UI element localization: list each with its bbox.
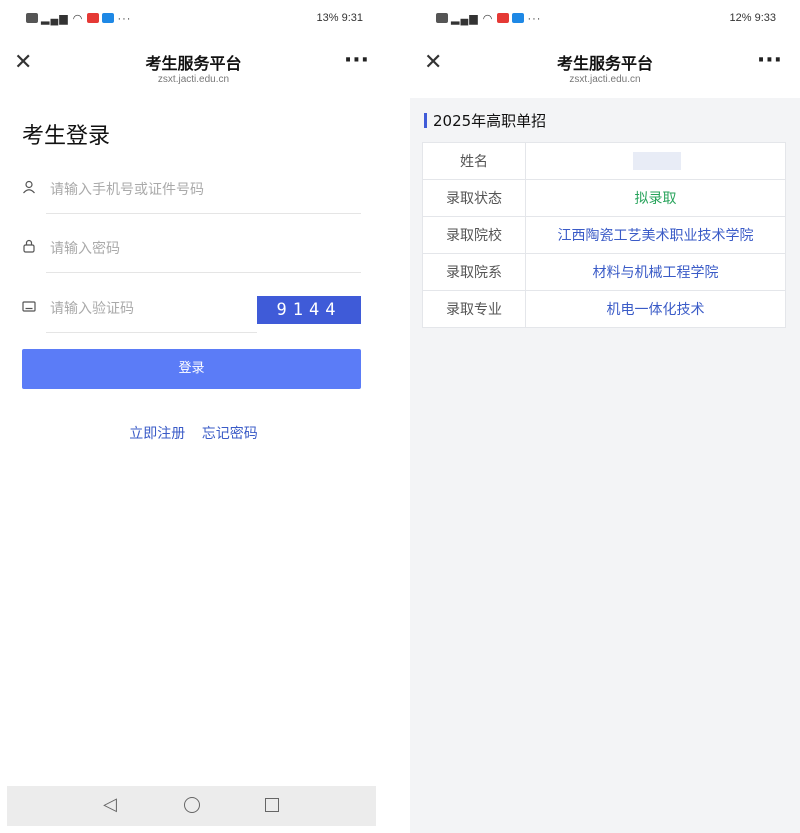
row-value-department: 材料与机械工程学院 xyxy=(525,253,786,291)
phone-field xyxy=(22,168,361,214)
more-icon[interactable]: ··· xyxy=(344,48,369,73)
back-icon[interactable]: ◁ xyxy=(103,794,117,815)
row-label: 录取院校 xyxy=(422,216,526,254)
admission-result-table: 姓名 录取状态 拟录取 录取院校 江西陶瓷工艺美术职业技术学院 录取院系 材料与… xyxy=(422,142,786,328)
table-row: 录取院校 江西陶瓷工艺美术职业技术学院 xyxy=(422,216,786,254)
home-icon[interactable] xyxy=(184,797,200,813)
browser-titlebar: ✕ 考生服务平台 zsxt.jacti.edu.cn ··· xyxy=(0,40,387,98)
divider xyxy=(46,213,361,214)
lock-icon xyxy=(22,239,38,255)
captcha-input[interactable] xyxy=(48,291,252,327)
row-value-school: 江西陶瓷工艺美术职业技术学院 xyxy=(525,216,786,254)
status-bar: ▂▄▆ ◠ ··· 13% 9:31 xyxy=(0,0,387,40)
wifi-icon: ◠ xyxy=(482,13,494,25)
row-value-name xyxy=(525,142,786,180)
login-screen: ▂▄▆ ◠ ··· 13% 9:31 ✕ 考生服务平台 zsxt.jacti.e… xyxy=(0,0,387,833)
captcha-field xyxy=(22,287,257,333)
hd-icon xyxy=(26,13,38,23)
table-row: 录取专业 机电一体化技术 xyxy=(422,290,786,328)
app-notification-icon xyxy=(497,13,510,23)
status-battery-time: 12% 9:33 xyxy=(729,12,776,24)
table-row: 录取院系 材料与机械工程学院 xyxy=(422,253,786,291)
divider xyxy=(46,332,257,333)
recents-icon[interactable] xyxy=(265,798,279,812)
divider xyxy=(46,272,361,273)
status-battery-time: 13% 9:31 xyxy=(316,12,363,24)
row-label: 录取院系 xyxy=(422,253,526,291)
forgot-password-link[interactable]: 忘记密码 xyxy=(202,426,258,442)
section-title: 2025年高职单招 xyxy=(424,110,546,131)
browser-titlebar: ✕ 考生服务平台 zsxt.jacti.edu.cn ··· xyxy=(410,40,800,98)
section-title-text: 2025年高职单招 xyxy=(433,112,547,130)
page-url: zsxt.jacti.edu.cn xyxy=(157,74,230,85)
captcha-image[interactable]: 9144 xyxy=(257,296,361,324)
signal-icon: ▂▄▆ xyxy=(451,13,479,25)
table-row: 姓名 xyxy=(422,142,786,180)
status-bar: ▂▄▆ ◠ ··· 12% 9:33 xyxy=(410,0,800,40)
keyboard-icon xyxy=(22,299,38,315)
status-icons: ▂▄▆ ◠ ··· xyxy=(436,12,541,25)
status-icons: ▂▄▆ ◠ ··· xyxy=(26,12,131,25)
result-screen: ▂▄▆ ◠ ··· 12% 9:33 ✕ 考生服务平台 zsxt.jacti.e… xyxy=(410,0,800,833)
app-notification-icon xyxy=(512,13,525,23)
signal-icon: ▂▄▆ xyxy=(41,13,69,25)
wifi-icon: ◠ xyxy=(72,13,84,25)
login-heading: 考生登录 xyxy=(22,124,111,149)
app-notification-icon xyxy=(102,13,115,23)
redacted-name xyxy=(632,152,681,170)
row-value-status: 拟录取 xyxy=(525,179,786,217)
section-accent-bar xyxy=(424,113,427,128)
password-input[interactable] xyxy=(48,231,352,267)
password-field xyxy=(22,227,361,273)
user-icon xyxy=(22,180,38,196)
table-row: 录取状态 拟录取 xyxy=(422,179,786,217)
more-notifications-icon: ··· xyxy=(117,13,132,25)
more-icon[interactable]: ··· xyxy=(757,48,782,73)
hd-icon xyxy=(436,13,448,23)
phone-input[interactable] xyxy=(48,172,352,208)
system-nav-bar: ◁ xyxy=(7,786,376,826)
page-title: 考生服务平台 xyxy=(145,54,242,73)
register-link[interactable]: 立即注册 xyxy=(129,426,185,442)
login-button[interactable]: 登录 xyxy=(22,349,361,389)
page-title: 考生服务平台 xyxy=(556,54,653,73)
page-url: zsxt.jacti.edu.cn xyxy=(569,74,641,85)
more-notifications-icon: ··· xyxy=(527,13,542,25)
auth-links: 立即注册 忘记密码 xyxy=(0,423,387,443)
row-label: 姓名 xyxy=(422,142,526,180)
row-value-major: 机电一体化技术 xyxy=(525,290,786,328)
app-notification-icon xyxy=(87,13,100,23)
row-label: 录取专业 xyxy=(422,290,526,328)
row-label: 录取状态 xyxy=(422,179,526,217)
